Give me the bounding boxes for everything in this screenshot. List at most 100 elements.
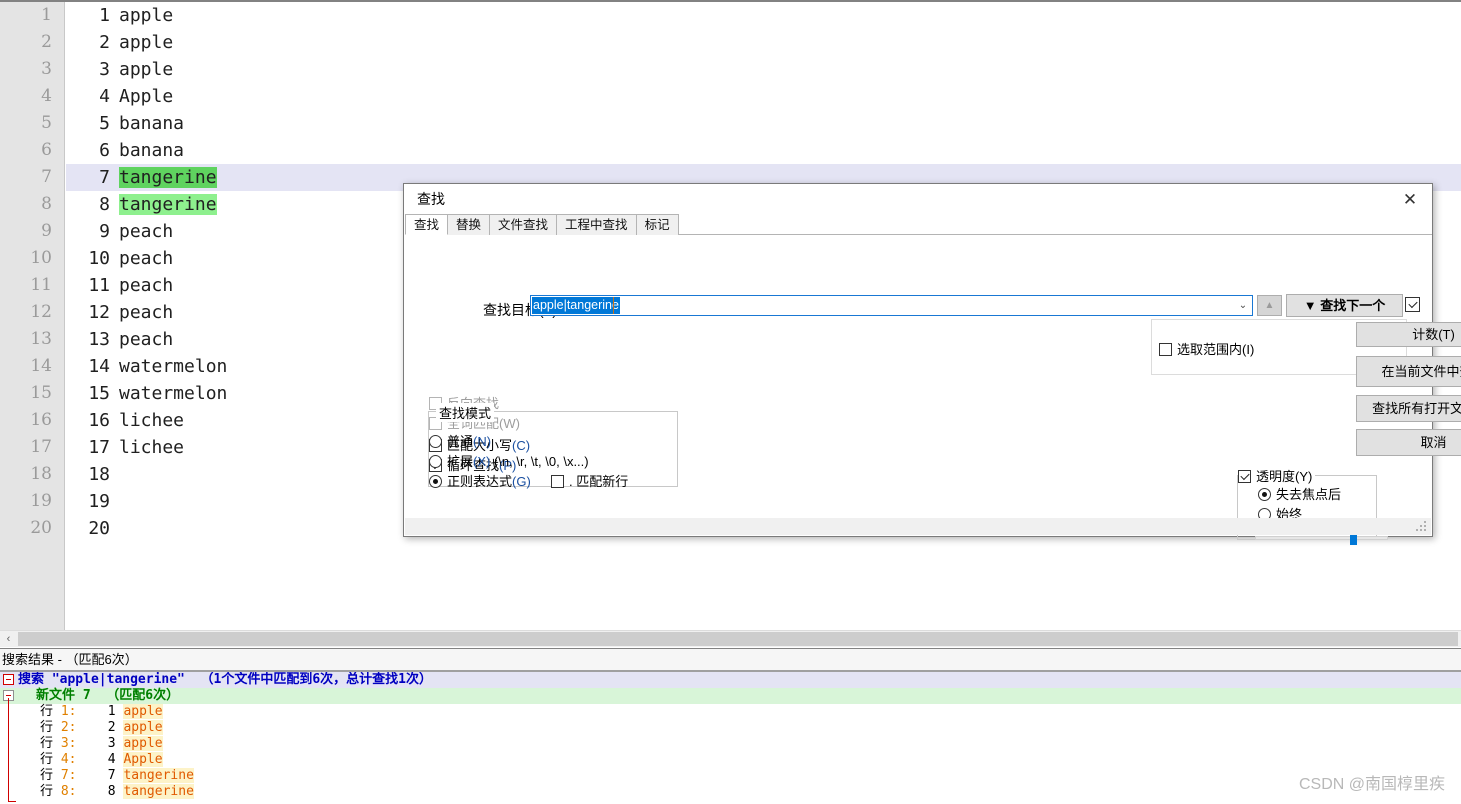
search-result-row[interactable]: 行 1: 1 apple bbox=[0, 704, 1461, 720]
line-number: 19 bbox=[30, 491, 52, 511]
search-result-row[interactable]: 行 4: 4 Apple bbox=[0, 752, 1461, 768]
radio-label: 扩展 bbox=[447, 454, 474, 469]
tab-工程中查找[interactable]: 工程中查找 bbox=[556, 214, 637, 235]
close-icon[interactable]: ✕ bbox=[1388, 184, 1432, 215]
inline-line-number: 5 bbox=[99, 113, 110, 134]
row-line-number: 3 bbox=[107, 736, 124, 751]
resize-grip-icon[interactable] bbox=[1416, 521, 1427, 532]
search-results-title: 搜索结果 - （匹配6次） bbox=[0, 649, 1461, 672]
search-result-row[interactable]: 行 3: 3 apple bbox=[0, 736, 1461, 752]
editor-line-text[interactable]: lichee bbox=[119, 437, 184, 458]
editor-line[interactable]: 4 Apple bbox=[66, 83, 1461, 110]
inline-line-number: 7 bbox=[99, 167, 110, 188]
editor-line-text[interactable]: lichee bbox=[119, 410, 184, 431]
editor-line-text[interactable]: watermelon bbox=[119, 383, 227, 404]
editor-line-text[interactable]: tangerine bbox=[119, 194, 217, 215]
editor-line-text[interactable]: apple bbox=[119, 59, 173, 80]
row-match-text: Apple bbox=[123, 752, 163, 767]
find-what-value[interactable]: apple|tangerine bbox=[532, 297, 620, 314]
find-what-combo[interactable]: apple|tangerine ⌄ bbox=[530, 295, 1253, 316]
row-line-number: 4 bbox=[107, 752, 124, 767]
radio-正则表达式[interactable]: 正则表达式(G) bbox=[429, 471, 531, 490]
row-match-text: tangerine bbox=[123, 768, 194, 783]
tab-标记[interactable]: 标记 bbox=[635, 214, 679, 235]
editor-line-text[interactable]: banana bbox=[119, 113, 184, 134]
radio-circle-icon bbox=[429, 435, 442, 448]
editor-line-text[interactable]: watermelon bbox=[119, 356, 227, 377]
editor-line-text[interactable]: Apple bbox=[119, 86, 173, 107]
editor-line[interactable]: 5 banana bbox=[66, 110, 1461, 137]
scroll-left-arrow-icon[interactable]: ‹ bbox=[0, 631, 17, 647]
transparency-radio-失去焦点后[interactable]: 失去焦点后 bbox=[1258, 484, 1341, 503]
find-next-button[interactable]: ▼ 查找下一个 bbox=[1286, 294, 1403, 317]
tab-查找[interactable]: 查找 bbox=[405, 214, 449, 235]
editor-line-text[interactable]: peach bbox=[119, 329, 173, 350]
search-results-header[interactable]: 搜索 "apple|tangerine" （1个文件中匹配到6次，总计查找1次） bbox=[0, 672, 1461, 688]
radio-mnemonic: (X) bbox=[473, 454, 491, 469]
line-number: 15 bbox=[30, 383, 52, 403]
editor-line[interactable]: 6 banana bbox=[66, 137, 1461, 164]
editor-horizontal-scrollbar[interactable]: ‹ bbox=[0, 630, 1461, 647]
search-result-row[interactable]: 行 8: 8 tangerine bbox=[0, 784, 1461, 800]
line-number: 6 bbox=[41, 140, 52, 160]
inline-line-number: 3 bbox=[99, 59, 110, 80]
radio-扩展[interactable]: 扩展(X) (\n, \r, \t, \0, \x...) bbox=[429, 451, 589, 470]
search-results-body[interactable]: 搜索 "apple|tangerine" （1个文件中匹配到6次，总计查找1次）… bbox=[0, 672, 1461, 803]
search-results-file[interactable]: 新文件 7 （匹配6次） bbox=[0, 688, 1461, 704]
find-dialog[interactable]: 查找 ✕ 查找 替换 文件查找 工程中查找 标记 查找目标(F)： apple|tang… bbox=[403, 183, 1461, 545]
line-number: 2 bbox=[41, 32, 52, 52]
row-prefix: 行 bbox=[40, 720, 61, 735]
editor-line-text[interactable]: peach bbox=[119, 248, 173, 269]
find-all-current-file-button[interactable]: 在当前文件中查找 bbox=[1356, 356, 1461, 387]
chevron-down-icon[interactable]: ⌄ bbox=[1236, 299, 1250, 313]
inline-line-number: 10 bbox=[88, 248, 110, 269]
inline-line-number: 14 bbox=[88, 356, 110, 377]
radio-mnemonic: (N) bbox=[473, 434, 492, 449]
editor-line[interactable]: 3 apple bbox=[66, 56, 1461, 83]
inline-line-number: 15 bbox=[88, 383, 110, 404]
match-newline-checkbox[interactable]: . 匹配新行 bbox=[551, 471, 628, 490]
editor-line-text[interactable]: tangerine bbox=[119, 167, 217, 188]
radio-普通[interactable]: 普通(N) bbox=[429, 431, 491, 450]
checkbox-box-icon bbox=[551, 475, 564, 488]
tab-替换[interactable]: 替换 bbox=[447, 214, 491, 235]
editor-line-text[interactable]: banana bbox=[119, 140, 184, 161]
line-number: 11 bbox=[30, 275, 52, 295]
editor-line-text[interactable]: peach bbox=[119, 302, 173, 323]
search-result-row[interactable]: 行 7: 7 tangerine bbox=[0, 768, 1461, 784]
editor-line-text[interactable]: peach bbox=[119, 221, 173, 242]
line-number: 4 bbox=[41, 86, 52, 106]
radio-circle-icon bbox=[1258, 488, 1271, 501]
find-previous-button[interactable]: ▲ bbox=[1257, 295, 1282, 316]
inline-line-number: 13 bbox=[88, 329, 110, 350]
find-all-open-files-button[interactable]: 查找所有打开文件(O) bbox=[1356, 395, 1461, 422]
line-number: 9 bbox=[41, 221, 52, 241]
radio-circle-icon bbox=[429, 455, 442, 468]
collapse-toggle-icon[interactable] bbox=[3, 674, 14, 685]
dialog-body: 查找目标(F)： apple|tangerine ⌄ ▲ ▼ 查找下一个 选取范… bbox=[405, 235, 1461, 545]
line-number: 14 bbox=[30, 356, 52, 376]
line-number: 5 bbox=[41, 113, 52, 133]
text-caret bbox=[613, 297, 614, 314]
cancel-button[interactable]: 取消 bbox=[1356, 429, 1461, 456]
scrollbar-thumb[interactable] bbox=[18, 632, 1458, 646]
transparency-checkbox[interactable]: 透明度(Y) bbox=[1238, 466, 1316, 485]
editor-line-text[interactable]: apple bbox=[119, 5, 173, 26]
editor-line[interactable]: 1 apple bbox=[66, 2, 1461, 29]
slider-track bbox=[1255, 536, 1388, 540]
search-result-row[interactable]: 行 2: 2 apple bbox=[0, 720, 1461, 736]
row-match-text: apple bbox=[123, 720, 163, 735]
editor-line-text[interactable]: peach bbox=[119, 275, 173, 296]
tab-文件查找[interactable]: 文件查找 bbox=[489, 214, 558, 235]
line-number: 18 bbox=[30, 464, 52, 484]
inline-line-number: 11 bbox=[88, 275, 110, 296]
dialog-tabs[interactable]: 查找 替换 文件查找 工程中查找 标记 bbox=[405, 214, 1432, 235]
count-button[interactable]: 计数(T) bbox=[1356, 322, 1461, 347]
editor-line[interactable]: 2 apple bbox=[66, 29, 1461, 56]
row-line-number: 8 bbox=[107, 784, 124, 799]
editor-line-text[interactable]: apple bbox=[119, 32, 173, 53]
row-prefix: 行 bbox=[40, 736, 61, 751]
in-selection-checkbox[interactable]: 选取范围内(I) bbox=[1159, 339, 1254, 358]
keep-dialog-open-checkbox[interactable] bbox=[1405, 297, 1420, 312]
radio-label: 普通 bbox=[447, 434, 474, 449]
